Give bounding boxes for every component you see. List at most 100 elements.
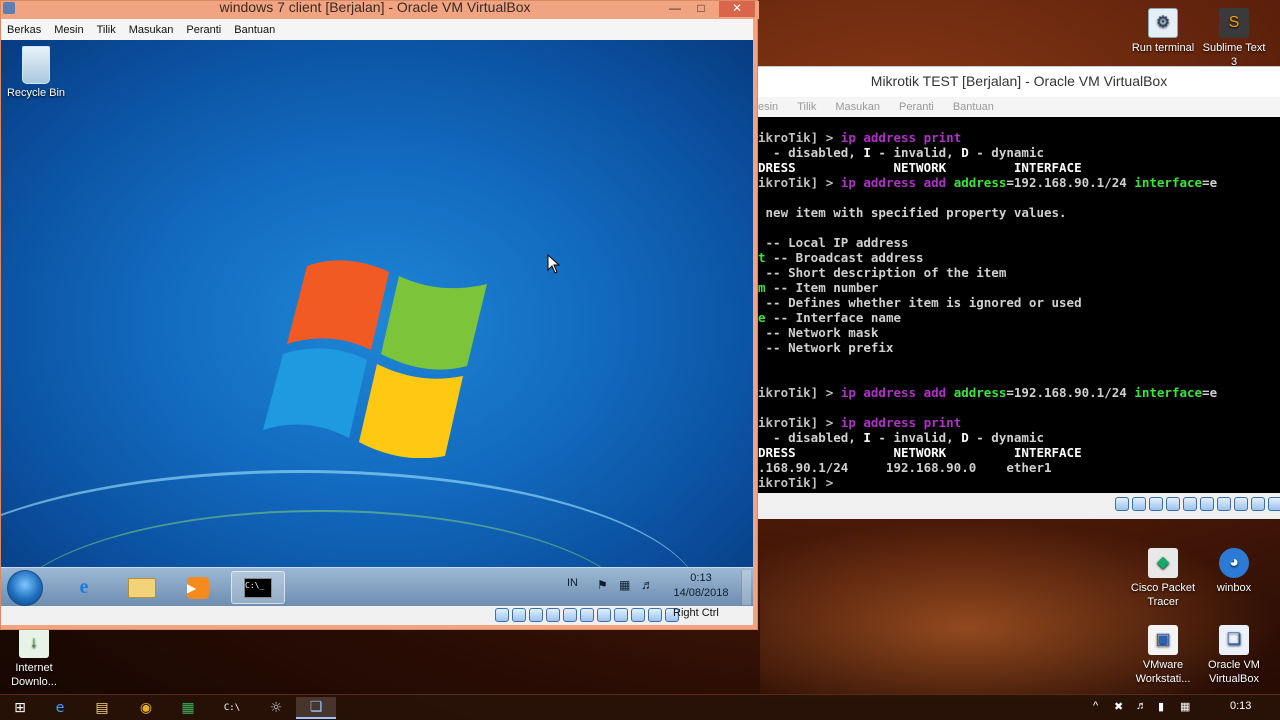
menu-tilik[interactable]: Tilik — [797, 101, 816, 113]
terminal-text: new item with specified property values. — [758, 205, 1067, 220]
terminal-text: print — [923, 415, 962, 430]
windows-start-icon[interactable]: ⊞ — [0, 697, 40, 719]
terminal-text: - disabled, — [758, 145, 864, 160]
usb-icon[interactable] — [563, 608, 577, 622]
file-explorer-icon[interactable]: ▤ — [82, 697, 122, 719]
terminal-text: ikroTik] > — [758, 130, 841, 145]
shared-folder-icon[interactable] — [1200, 497, 1214, 511]
terminal-line: -- Defines whether item is ignored or us… — [758, 295, 1280, 310]
vm-client-titlebar[interactable]: windows 7 client [Berjalan] - Oracle VM … — [1, 0, 759, 19]
menu-masukan[interactable]: Masukan — [129, 24, 174, 36]
cmd-taskbar-button[interactable]: C:\_ — [231, 571, 285, 604]
terminal-text: ikroTik] > — [758, 385, 841, 400]
terminal-text: =192.168.90.1/24 — [1006, 385, 1135, 400]
menu-mesin[interactable]: Mesin — [54, 24, 83, 36]
terminal-line: m -- Item number — [758, 280, 1280, 295]
host-clock[interactable]: 0:13 — [1230, 700, 1251, 712]
show-desktop-button[interactable] — [741, 570, 751, 605]
host-icon-virtualbox[interactable]: ❏ Oracle VM VirtualBox — [1199, 625, 1269, 686]
vm-window-mikrotik[interactable]: Mikrotik TEST [Berjalan] - Oracle VM Vir… — [758, 66, 1280, 519]
wifi-tool-icon[interactable]: ☼ — [256, 697, 296, 719]
audio-icon[interactable] — [529, 608, 543, 622]
vm-window-windows-client[interactable]: windows 7 client [Berjalan] - Oracle VM … — [0, 0, 759, 630]
menu-peranti[interactable]: Peranti — [899, 101, 934, 113]
menu-peranti[interactable]: Peranti — [186, 24, 221, 36]
terminal-text: D — [961, 145, 969, 160]
menu-bantuan[interactable]: Bantuan — [953, 101, 994, 113]
video-capture-icon[interactable] — [1234, 497, 1248, 511]
cpu-icon[interactable] — [1251, 497, 1265, 511]
network-adapter-icon[interactable] — [546, 608, 560, 622]
terminal-line: -- Network prefix — [758, 340, 1280, 355]
terminal-text: -- Short description of the item — [758, 265, 1007, 280]
usb-icon[interactable] — [1183, 497, 1197, 511]
terminal-text: print — [923, 130, 962, 145]
host-icon-label: winbox — [1216, 582, 1252, 594]
media-player-icon[interactable]: ▶ — [173, 571, 223, 604]
chrome-icon[interactable]: ◉ — [126, 697, 166, 719]
tray-chevron-icon[interactable]: ^ — [1093, 700, 1098, 712]
battery-icon[interactable]: ▮ — [1158, 700, 1164, 713]
host-icon-vmware[interactable]: ▣ VMware Workstati... — [1128, 625, 1198, 686]
notification-icon[interactable]: ✖ — [1114, 700, 1123, 713]
menu-bantuan[interactable]: Bantuan — [234, 24, 275, 36]
maximize-icon[interactable]: □ — [691, 1, 711, 17]
optical-drive-icon[interactable] — [1132, 497, 1146, 511]
hard-disk-icon[interactable] — [495, 608, 509, 622]
volume-icon[interactable]: ♬ — [641, 577, 654, 606]
windows-explorer-icon[interactable] — [117, 571, 167, 604]
mikrotik-terminal[interactable]: ikroTik] > ip address print - disabled, … — [758, 117, 1280, 493]
terminal-line: .168.90.1/24 192.168.90.0 ether1 — [758, 460, 1280, 475]
cpu-icon[interactable] — [631, 608, 645, 622]
recycle-bin-icon — [22, 46, 50, 84]
host-icon-winbox[interactable]: ◕ winbox — [1199, 548, 1269, 595]
display-icon[interactable] — [597, 608, 611, 622]
network-adapter-icon[interactable] — [1166, 497, 1180, 511]
vm-client-screen[interactable]: Recycle Bin e ▶ C:\_ IN ⚑ ▦ ♬ 0:13 14/08… — [1, 40, 753, 606]
mouse-integration-icon[interactable] — [1268, 497, 1280, 511]
terminal-line: -- Local IP address — [758, 235, 1280, 250]
terminal-text: - invalid, — [870, 430, 962, 445]
windows-start-button[interactable] — [7, 570, 43, 606]
language-indicator[interactable]: IN — [567, 577, 578, 606]
excel-icon[interactable]: ▦ — [168, 697, 208, 719]
menu-masukan[interactable]: Masukan — [835, 101, 880, 113]
host-icon-run-terminal[interactable]: ⚙ Run terminal — [1128, 8, 1198, 55]
volume-icon[interactable]: ♬ — [1136, 700, 1147, 712]
vm-client-clock[interactable]: 0:13 14/08/2018 — [663, 571, 739, 601]
cmd-icon[interactable]: C:\ — [212, 697, 252, 719]
shared-folder-icon[interactable] — [580, 608, 594, 622]
host-icon-sublime-text[interactable]: S Sublime Text 3 — [1199, 8, 1269, 69]
minimize-icon[interactable]: — — [665, 1, 685, 17]
audio-icon[interactable] — [1149, 497, 1163, 511]
host-taskbar: ⊞ e ▤ ◉ ▦ C:\ ☼ ❏ ^ ✖ ♬ ▮ ▦ 0:13 — [0, 694, 1280, 720]
virtualbox-icon[interactable]: ❏ — [296, 697, 336, 719]
terminal-text: ikroTik] > — [758, 175, 841, 190]
host-icon-internet-download-manager[interactable]: ↓ Internet Downlo... — [0, 628, 69, 689]
action-center-icon[interactable]: ⚑ — [597, 578, 608, 606]
menu-berkas[interactable]: Berkas — [7, 24, 41, 36]
terminal-text: address — [953, 175, 1007, 190]
terminal-text: -- Network mask — [758, 325, 879, 340]
terminal-line: DRESS NETWORK INTERFACE — [758, 445, 1280, 460]
network-icon[interactable]: ▦ — [1180, 700, 1190, 713]
host-icon-label: Oracle VM VirtualBox — [1208, 659, 1260, 685]
recycle-bin-desktop-icon[interactable]: Recycle Bin — [5, 46, 67, 99]
menu-tilik[interactable]: Tilik — [97, 24, 116, 36]
mouse-integration-icon[interactable] — [648, 608, 662, 622]
terminal-line: ikroTik] > ip address add address=192.16… — [758, 175, 1280, 190]
optical-drive-icon[interactable] — [512, 608, 526, 622]
video-capture-icon[interactable] — [614, 608, 628, 622]
close-icon[interactable]: ✕ — [719, 1, 755, 17]
hard-disk-icon[interactable] — [1115, 497, 1129, 511]
network-icon[interactable]: ▦ — [619, 578, 630, 606]
menu-mesin[interactable]: esin — [758, 101, 778, 113]
terminal-text: =e — [1202, 175, 1218, 190]
vm-mikrotik-titlebar[interactable]: Mikrotik TEST [Berjalan] - Oracle VM Vir… — [758, 67, 1280, 97]
display-icon[interactable] — [1217, 497, 1231, 511]
edge-icon[interactable]: e — [40, 697, 80, 719]
host-icon-cisco-packet-tracer[interactable]: ◆ Cisco Packet Tracer — [1128, 548, 1198, 609]
internet-explorer-icon[interactable]: e — [59, 571, 109, 604]
